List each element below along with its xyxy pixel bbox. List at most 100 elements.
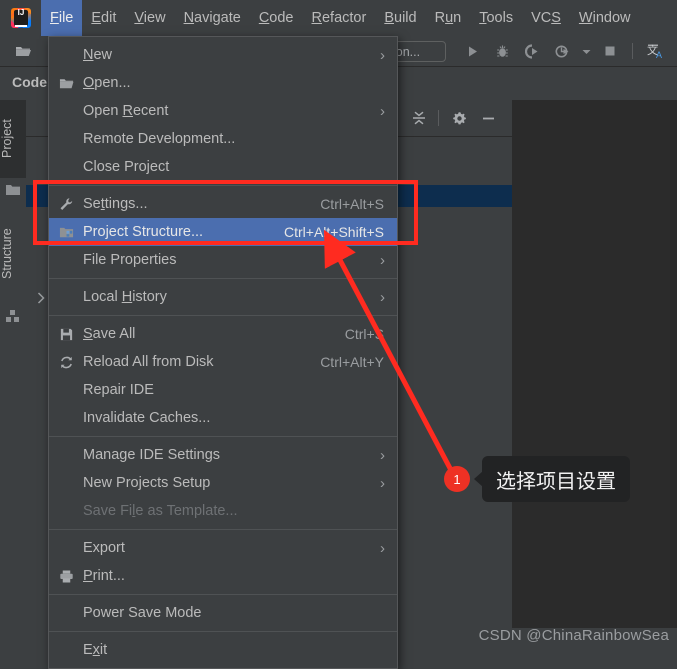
menu-item-label: Repair IDE xyxy=(83,382,154,398)
menu-item-label: Save All xyxy=(83,326,136,342)
menubar-item-tools[interactable]: Tools xyxy=(470,0,522,36)
menubar-item-run[interactable]: Run xyxy=(426,0,471,36)
run-with-coverage-icon[interactable] xyxy=(518,38,546,64)
menu-item-exit[interactable]: Exit xyxy=(49,636,397,664)
breadcrumb[interactable]: Code xyxy=(12,74,47,90)
menu-item-new[interactable]: New › xyxy=(49,41,397,69)
menu-item-icon-slot xyxy=(49,469,83,497)
hide-window-icon[interactable] xyxy=(478,108,498,128)
menu-item-save-file-as-template: Save File as Template... xyxy=(49,497,397,525)
menu-separator xyxy=(49,315,397,316)
folder-icon xyxy=(5,182,21,198)
menu-item-label: Open... xyxy=(83,75,131,91)
menu-item-file-properties[interactable]: File Properties › xyxy=(49,246,397,274)
menu-item-label: File Properties xyxy=(83,252,177,268)
svg-text:A: A xyxy=(656,50,662,60)
submenu-chevron-icon: › xyxy=(380,446,385,464)
menu-item-new-projects-setup[interactable]: New Projects Setup › xyxy=(49,469,397,497)
project-structure-icon xyxy=(49,218,83,246)
file-menu-dropdown: New › Open... Open Recent › Remote Developmen… xyxy=(48,36,398,669)
profiler-icon[interactable] xyxy=(548,38,576,64)
menu-item-open[interactable]: Open... xyxy=(49,69,397,97)
menu-item-shortcut: Ctrl+Alt+Y xyxy=(320,354,384,370)
menubar-item-build[interactable]: Build xyxy=(375,0,425,36)
collapse-all-icon[interactable] xyxy=(409,108,429,128)
menu-item-project-structure[interactable]: Project Structure... Ctrl+Alt+Shift+S xyxy=(49,218,397,246)
sidebar-item-label: Project xyxy=(0,119,14,159)
menu-item-invalidate-caches[interactable]: Invalidate Caches... xyxy=(49,404,397,432)
menu-item-icon-slot xyxy=(49,404,83,432)
toolbar-divider xyxy=(632,43,633,59)
submenu-chevron-icon: › xyxy=(380,539,385,557)
menu-item-shortcut: Ctrl+Alt+Shift+S xyxy=(284,224,384,240)
submenu-chevron-icon: › xyxy=(380,474,385,492)
menu-item-label: Project Structure... xyxy=(83,224,204,240)
menu-item-settings[interactable]: Settings... Ctrl+Alt+S xyxy=(49,190,397,218)
menubar-item-refactor[interactable]: Refactor xyxy=(303,0,376,36)
reload-icon xyxy=(49,348,83,376)
intellij-idea-logo-icon: IJ xyxy=(9,6,33,30)
menu-item-icon-slot xyxy=(49,41,83,69)
settings-gear-icon[interactable] xyxy=(449,108,469,128)
menu-separator xyxy=(49,436,397,437)
menu-item-icon-slot xyxy=(49,599,83,627)
menu-item-icon-slot xyxy=(49,376,83,404)
folder-open-icon xyxy=(49,69,83,97)
menu-item-save-all[interactable]: Save All Ctrl+S xyxy=(49,320,397,348)
stop-icon[interactable] xyxy=(596,38,624,64)
menubar-item-code[interactable]: Code xyxy=(250,0,303,36)
menu-item-manage-ide-settings[interactable]: Manage IDE Settings › xyxy=(49,441,397,469)
menubar-item-window[interactable]: Window xyxy=(570,0,640,36)
ide-window: IJ File Edit View Navigate Code Refactor Build… xyxy=(0,0,677,669)
sidebar-item-structure[interactable]: Structure xyxy=(0,206,26,302)
menu-item-icon-slot xyxy=(49,246,83,274)
menu-item-shortcut: Ctrl+S xyxy=(344,326,384,342)
step-badge-1: 1 xyxy=(444,466,470,492)
menubar-item-edit[interactable]: Edit xyxy=(82,0,125,36)
annotation-callout: 选择项目设置 xyxy=(474,456,630,502)
menubar-item-file[interactable]: File xyxy=(41,0,83,36)
menu-item-open-recent[interactable]: Open Recent › xyxy=(49,97,397,125)
menu-item-label: Local History xyxy=(83,289,167,305)
header-divider xyxy=(438,110,439,126)
menubar-item-navigate[interactable]: Navigate xyxy=(175,0,250,36)
menu-item-label: New xyxy=(83,47,113,63)
menu-item-label: Open Recent xyxy=(83,103,169,119)
menu-item-label: Print... xyxy=(83,568,125,584)
menu-separator xyxy=(49,185,397,186)
menu-item-print[interactable]: Print... xyxy=(49,562,397,590)
sidebar-item-project[interactable]: Project xyxy=(0,100,26,178)
menu-separator xyxy=(49,631,397,632)
menu-bar: IJ File Edit View Navigate Code Refactor Build… xyxy=(0,0,677,36)
menu-item-label: New Projects Setup xyxy=(83,475,211,491)
menu-item-repair-ide[interactable]: Repair IDE xyxy=(49,376,397,404)
folder-open-icon[interactable] xyxy=(10,38,36,64)
menubar-item-vcs[interactable]: VCS xyxy=(522,0,570,36)
menu-item-label: Power Save Mode xyxy=(83,605,202,621)
menu-item-power-save-mode[interactable]: Power Save Mode xyxy=(49,599,397,627)
debug-icon[interactable] xyxy=(488,38,516,64)
menu-item-label: Exit xyxy=(83,642,108,658)
menu-item-icon-slot xyxy=(49,283,83,311)
translate-icon[interactable]: 文 A xyxy=(641,38,669,64)
menu-separator xyxy=(49,278,397,279)
menu-item-icon-slot xyxy=(49,441,83,469)
run-toolbar: 文 A xyxy=(458,38,669,64)
menu-item-local-history[interactable]: Local History › xyxy=(49,283,397,311)
structure-blocks-icon xyxy=(5,308,21,324)
menu-item-shortcut: Ctrl+Alt+S xyxy=(320,196,384,212)
editor-area[interactable] xyxy=(513,100,677,661)
run-icon[interactable] xyxy=(458,38,486,64)
menu-item-close-project[interactable]: Close Project xyxy=(49,153,397,181)
submenu-chevron-icon: › xyxy=(380,46,385,64)
menu-item-reload-all-from-disk[interactable]: Reload All from Disk Ctrl+Alt+Y xyxy=(49,348,397,376)
dropdown-chevron-icon[interactable] xyxy=(578,38,594,64)
menu-item-export[interactable]: Export › xyxy=(49,534,397,562)
menu-item-label: Reload All from Disk xyxy=(83,354,214,370)
menu-item-label: Settings... xyxy=(83,196,148,212)
menu-item-label: Close Project xyxy=(83,159,170,175)
submenu-chevron-icon: › xyxy=(380,288,385,306)
menubar-item-view[interactable]: View xyxy=(125,0,174,36)
menu-item-remote-development[interactable]: Remote Development... xyxy=(49,125,397,153)
watermark: CSDN @ChinaRainbowSea xyxy=(478,627,669,644)
